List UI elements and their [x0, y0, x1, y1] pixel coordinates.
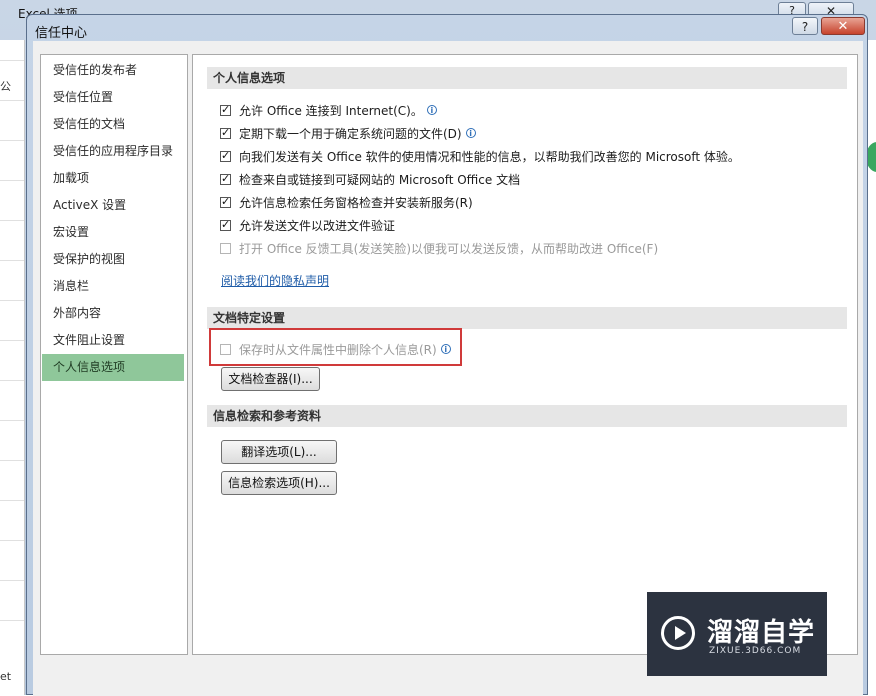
nav-item-trusted-app-catalogs[interactable]: 受信任的应用程序目录 — [42, 138, 184, 165]
option-label: 检查来自或链接到可疑网站的 Microsoft Office 文档 — [239, 172, 521, 187]
sheet-gridline — [0, 180, 24, 181]
sheet-gridline — [0, 300, 24, 301]
info-icon[interactable]: i — [440, 344, 451, 354]
option-feedback-tool: 打开 Office 反馈工具(发送笑脸)以便我可以发送反馈，从而帮助改进 Off… — [220, 238, 658, 258]
sheet-gridline — [0, 420, 24, 421]
info-icon[interactable]: i — [426, 105, 437, 115]
section-header-document: 文档特定设置 — [207, 307, 847, 329]
dialog-title: 信任中心 — [35, 26, 88, 41]
section-header-research: 信息检索和参考资料 — [207, 405, 847, 427]
watermark-subtext: ZIXUE.3D66.COM — [709, 646, 802, 656]
option-label: 打开 Office 反馈工具(发送笑脸)以便我可以发送反馈，从而帮助改进 Off… — [239, 241, 659, 256]
option-label: 保存时从文件属性中删除个人信息(R) — [239, 342, 437, 357]
sheet-gridline — [0, 540, 24, 541]
section-header-privacy: 个人信息选项 — [207, 67, 847, 89]
option-label: 允许信息检索任务窗格检查并安装新服务(R) — [239, 195, 473, 210]
site-watermark: 溜溜自学 ZIXUE.3D66.COM — [647, 592, 827, 676]
watermark-text: 溜溜自学 — [707, 618, 816, 648]
sheet-text: et — [0, 670, 12, 683]
nav-item-privacy-options[interactable]: 个人信息选项 — [42, 354, 184, 381]
checkbox-checked[interactable] — [220, 195, 231, 208]
nav-item-trusted-publishers[interactable]: 受信任的发布者 — [42, 57, 184, 84]
content-panel: 个人信息选项 允许 Office 连接到 Internet(C)。 i 定期下载… — [192, 54, 858, 655]
translation-options-button[interactable]: 翻译选项(L)... — [221, 440, 337, 464]
sheet-gridline — [0, 220, 24, 221]
document-inspector-button[interactable]: 文档检查器(I)... — [221, 367, 320, 391]
nav-item-trusted-documents[interactable]: 受信任的文档 — [42, 111, 184, 138]
nav-item-trusted-locations[interactable]: 受信任位置 — [42, 84, 184, 111]
nav-item-file-block-settings[interactable]: 文件阻止设置 — [42, 327, 184, 354]
sheet-text: 公 — [0, 80, 11, 93]
option-check-suspicious-docs[interactable]: 检查来自或链接到可疑网站的 Microsoft Office 文档 — [220, 169, 520, 189]
option-label: 允许发送文件以改进文件验证 — [239, 218, 396, 233]
option-remove-personal-info: 保存时从文件属性中删除个人信息(R) i — [220, 339, 451, 359]
checkbox-checked[interactable] — [220, 103, 231, 116]
research-options-button[interactable]: 信息检索选项(H)... — [221, 471, 337, 495]
checkbox-checked[interactable] — [220, 172, 231, 185]
sheet-gridline — [0, 500, 24, 501]
sheet-gridline — [0, 60, 24, 61]
option-download-diagnostic-file[interactable]: 定期下载一个用于确定系统问题的文件(D) i — [220, 123, 476, 143]
help-button[interactable]: ? — [792, 17, 818, 35]
sheet-gridline — [0, 340, 24, 341]
checkbox-checked[interactable] — [220, 149, 231, 162]
nav-item-macro-settings[interactable]: 宏设置 — [42, 219, 184, 246]
option-send-files-validation[interactable]: 允许发送文件以改进文件验证 — [220, 215, 395, 235]
checkbox-checked[interactable] — [220, 218, 231, 231]
category-nav: 受信任的发布者 受信任位置 受信任的文档 受信任的应用程序目录 加载项 Acti… — [40, 54, 188, 655]
spreadsheet-background: 公 et — [0, 40, 25, 695]
option-label: 向我们发送有关 Office 软件的使用情况和性能的信息，以帮助我们改善您的 M… — [239, 149, 740, 164]
option-connect-internet[interactable]: 允许 Office 连接到 Internet(C)。 i — [220, 100, 437, 120]
sheet-gridline — [0, 140, 24, 141]
option-send-usage-info[interactable]: 向我们发送有关 Office 软件的使用情况和性能的信息，以帮助我们改善您的 M… — [220, 146, 740, 166]
option-label: 定期下载一个用于确定系统问题的文件(D) — [239, 126, 462, 141]
privacy-statement-link[interactable]: 阅读我们的隐私声明 — [221, 272, 329, 289]
checkbox-disabled — [220, 242, 231, 254]
close-button[interactable]: ✕ — [821, 17, 865, 35]
nav-item-protected-view[interactable]: 受保护的视图 — [42, 246, 184, 273]
checkbox-disabled — [220, 343, 231, 355]
nav-item-external-content[interactable]: 外部内容 — [42, 300, 184, 327]
sheet-gridline — [0, 260, 24, 261]
sheet-gridline — [0, 460, 24, 461]
checkbox-checked[interactable] — [220, 126, 231, 139]
sheet-gridline — [0, 100, 24, 101]
option-label: 允许 Office 连接到 Internet(C)。 — [239, 103, 423, 118]
sheet-gridline — [0, 620, 24, 621]
info-icon[interactable]: i — [465, 128, 476, 138]
nav-item-message-bar[interactable]: 消息栏 — [42, 273, 184, 300]
option-research-pane-services[interactable]: 允许信息检索任务窗格检查并安装新服务(R) — [220, 192, 473, 212]
sheet-gridline — [0, 580, 24, 581]
sheet-gridline — [0, 380, 24, 381]
nav-item-activex-settings[interactable]: ActiveX 设置 — [42, 192, 184, 219]
play-logo-icon — [661, 616, 695, 650]
nav-item-add-ins[interactable]: 加载项 — [42, 165, 184, 192]
